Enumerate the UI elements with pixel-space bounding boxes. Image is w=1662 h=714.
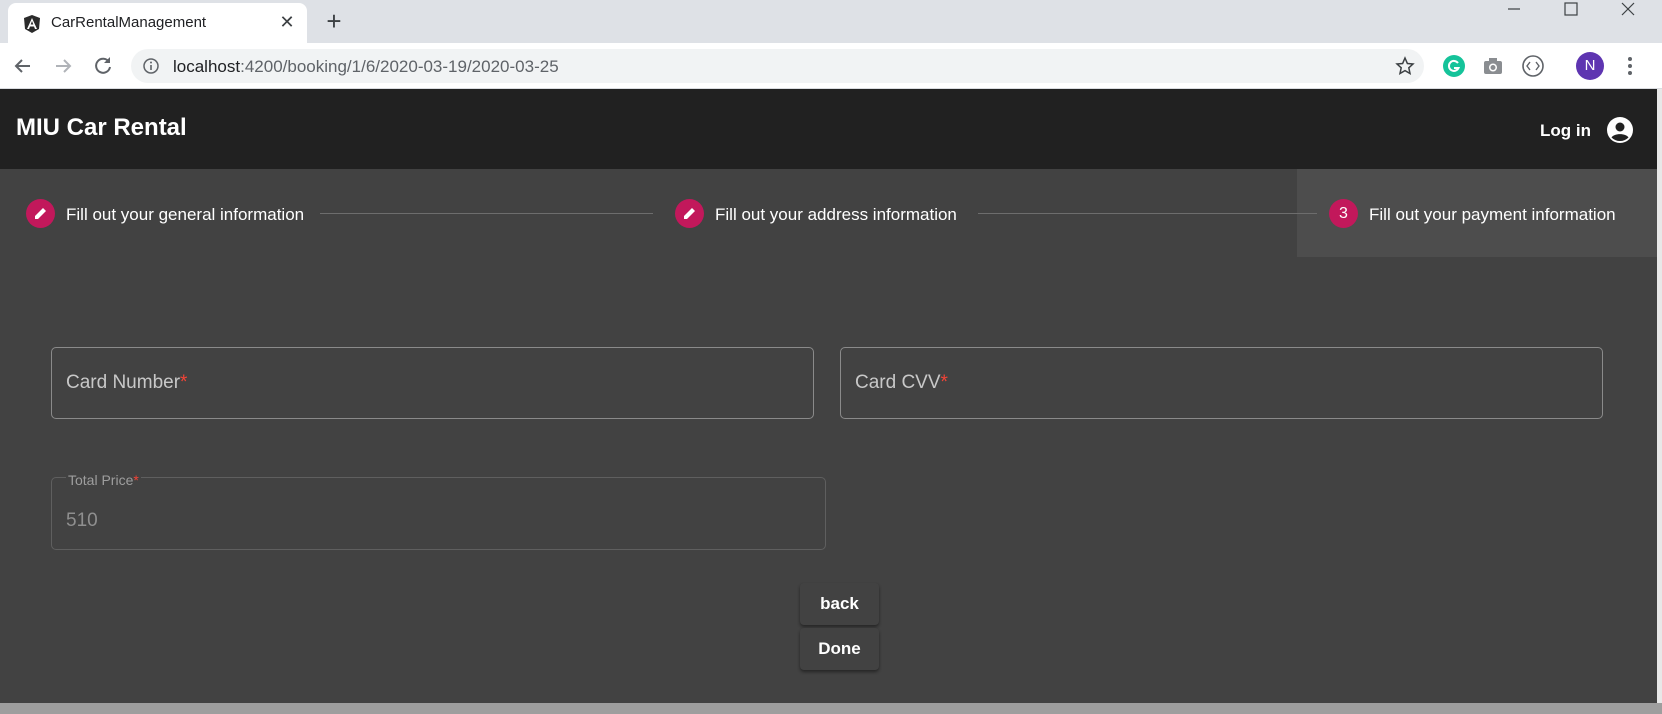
back-arrow-icon[interactable]	[8, 51, 38, 81]
total-price-label: Total Price*	[66, 472, 141, 488]
step-address-info[interactable]: Fill out your address information	[660, 169, 980, 257]
card-number-field[interactable]: Card Number*	[51, 347, 814, 419]
step-payment-info[interactable]: 3 Fill out your payment information	[1297, 169, 1657, 257]
edit-icon	[26, 199, 55, 228]
info-icon[interactable]	[143, 58, 159, 74]
login-link[interactable]: Log in	[1540, 121, 1591, 141]
card-cvv-label: Card CVV*	[855, 372, 948, 393]
profile-avatar[interactable]: N	[1576, 52, 1604, 80]
browser-menu-icon[interactable]	[1620, 52, 1640, 80]
back-button[interactable]: back	[800, 583, 879, 625]
scrollbar[interactable]	[1657, 89, 1662, 714]
step-label: Fill out your general information	[66, 205, 305, 224]
horizontal-scrollbar[interactable]	[0, 703, 1662, 714]
account-circle-icon[interactable]	[1606, 116, 1634, 144]
angular-icon	[24, 15, 40, 33]
browser-toolbar: localhost:4200/booking/1/6/2020-03-19/20…	[0, 43, 1662, 89]
tab-title: CarRentalManagement	[51, 14, 207, 31]
card-number-label: Card Number*	[66, 372, 188, 393]
grammarly-icon[interactable]	[1441, 53, 1467, 79]
step-connector	[978, 213, 1317, 214]
done-button[interactable]: Done	[800, 628, 879, 670]
new-tab-icon[interactable]: +	[320, 8, 348, 36]
minimize-icon[interactable]	[1486, 0, 1542, 20]
stepper: Fill out your general information Fill o…	[0, 169, 1657, 257]
maximize-icon[interactable]	[1543, 0, 1599, 20]
forward-arrow-icon[interactable]	[48, 51, 78, 81]
step-label: Fill out your address information	[715, 205, 957, 224]
total-price-value: 510	[66, 510, 98, 531]
step-connector	[320, 213, 653, 214]
bookmark-star-icon[interactable]	[1395, 56, 1415, 76]
browser-tab-strip: CarRentalManagement ✕ +	[0, 0, 1662, 43]
extension-code-icon[interactable]	[1520, 53, 1546, 79]
camera-icon[interactable]	[1480, 53, 1506, 79]
app-toolbar: MIU Car Rental Log in	[0, 89, 1657, 169]
reload-icon[interactable]	[88, 51, 118, 81]
edit-icon	[675, 199, 704, 228]
app-title: MIU Car Rental	[16, 114, 187, 141]
address-bar[interactable]: localhost:4200/booking/1/6/2020-03-19/20…	[131, 49, 1424, 83]
step-number: 3	[1329, 199, 1358, 228]
close-window-icon[interactable]	[1600, 0, 1656, 20]
total-price-field: Total Price* 510	[51, 472, 826, 550]
browser-tab[interactable]: CarRentalManagement ✕	[8, 3, 307, 43]
step-label: Fill out your payment information	[1369, 205, 1616, 224]
step-general-info[interactable]: Fill out your general information	[0, 169, 320, 257]
close-tab-icon[interactable]: ✕	[276, 11, 298, 33]
url-text: localhost:4200/booking/1/6/2020-03-19/20…	[173, 57, 559, 76]
app-container: MIU Car Rental Log in Fill out your gene…	[0, 89, 1657, 703]
card-cvv-field[interactable]: Card CVV*	[840, 347, 1603, 419]
